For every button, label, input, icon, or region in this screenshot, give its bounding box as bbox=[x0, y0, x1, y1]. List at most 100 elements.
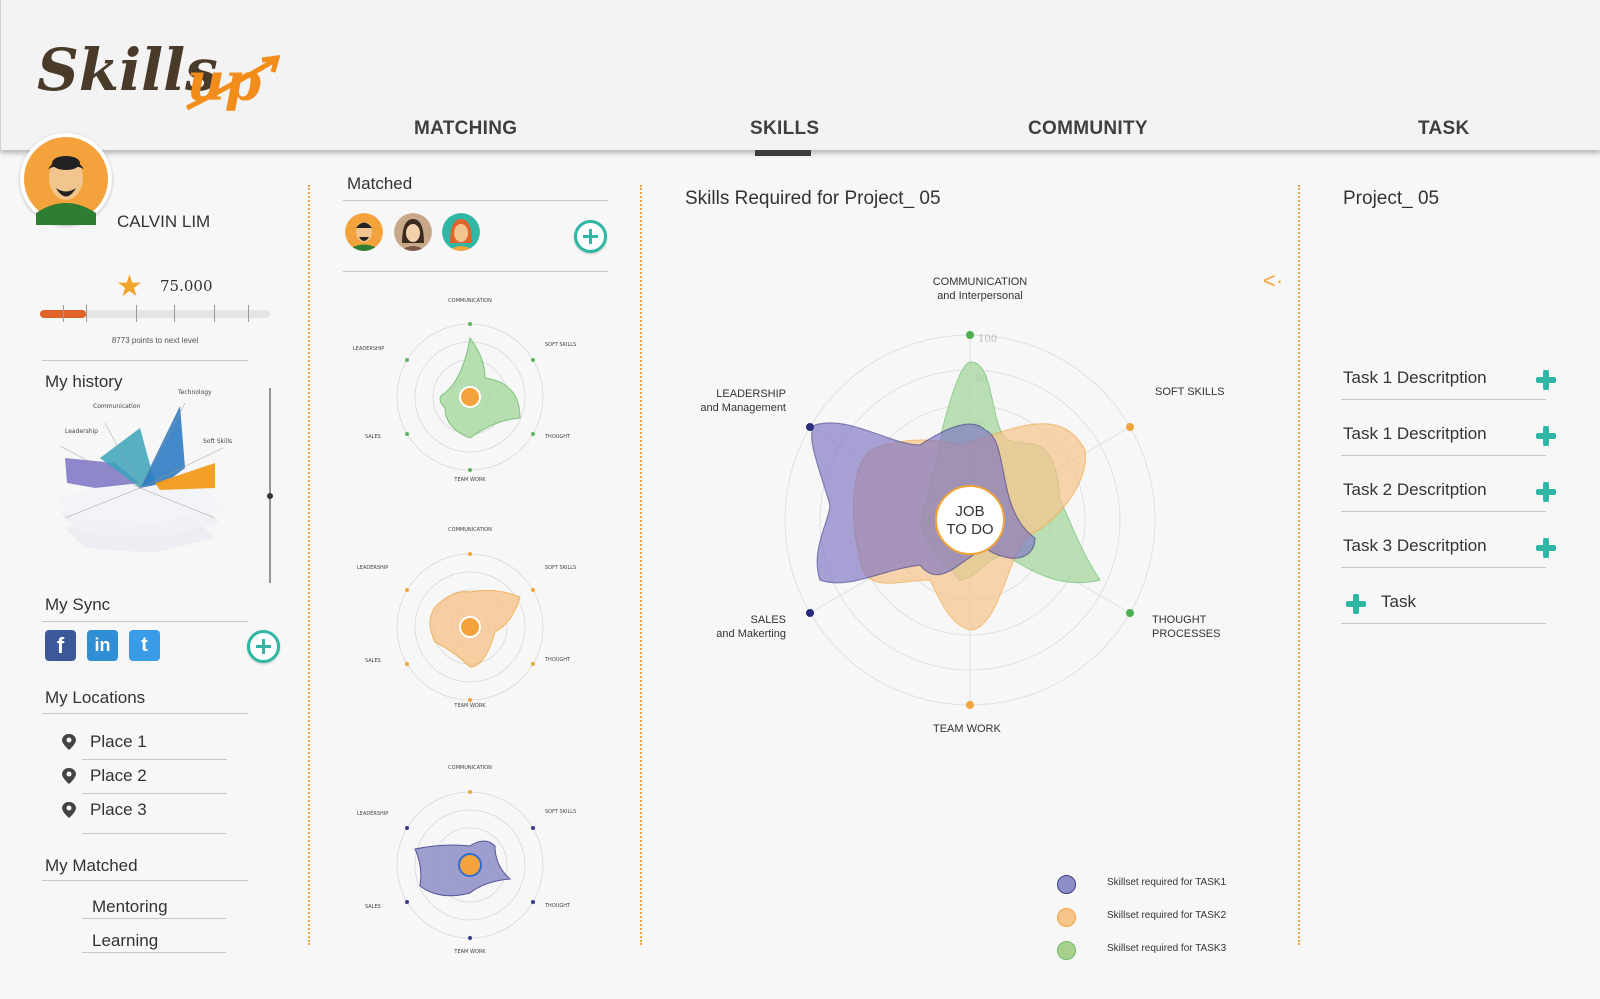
task-item[interactable]: Task 2 Descritption bbox=[1341, 472, 1561, 512]
separator-3 bbox=[1298, 185, 1300, 945]
divider bbox=[82, 793, 227, 794]
mini-label-communication: COMMUNICATION bbox=[448, 765, 492, 771]
location-label: Place 1 bbox=[90, 732, 147, 751]
collapse-panel-icon[interactable]: <· bbox=[1263, 268, 1283, 294]
progress-tick bbox=[86, 305, 87, 322]
location-label: Place 3 bbox=[90, 800, 147, 819]
mini-label-soft: SOFT SKILLS bbox=[545, 565, 576, 571]
add-task-icon[interactable] bbox=[1536, 482, 1556, 502]
center-label-2: TO DO bbox=[946, 521, 993, 538]
main-chart-title: Skills Required for Project_ 05 bbox=[685, 188, 941, 209]
task-item[interactable]: Task 3 Descritption bbox=[1341, 528, 1561, 568]
location-pin-icon bbox=[62, 734, 76, 750]
axis-label-line: THOUGHT bbox=[1152, 614, 1207, 626]
divider bbox=[82, 918, 226, 919]
add-task-icon[interactable] bbox=[1536, 370, 1556, 390]
axis-label-soft: SOFT SKILLS bbox=[1155, 386, 1225, 398]
task-item[interactable]: Task 1 Descritption bbox=[1341, 360, 1561, 400]
nav-task[interactable]: TASK bbox=[1418, 118, 1470, 140]
divider bbox=[82, 833, 226, 834]
divider bbox=[82, 759, 227, 760]
divider bbox=[1341, 623, 1546, 624]
progress-tick bbox=[214, 305, 215, 322]
location-item[interactable]: Place 1 bbox=[62, 730, 227, 760]
user-avatar[interactable] bbox=[20, 133, 112, 225]
axis-label-team: TEAM WORK bbox=[933, 723, 1001, 735]
axis-dot-leadership bbox=[806, 423, 814, 431]
axis-label-line: and Makerting bbox=[716, 628, 786, 640]
task-item[interactable]: Task 1 Descritption bbox=[1341, 416, 1561, 456]
task-label: Task 1 Descritption bbox=[1343, 424, 1487, 443]
divider bbox=[1341, 455, 1546, 456]
my-matched-title: My Matched bbox=[45, 856, 138, 875]
axis-label-line: SALES bbox=[750, 614, 786, 626]
nav-active-indicator bbox=[755, 150, 811, 156]
history-label-soft-skills: Soft Skills bbox=[203, 438, 232, 445]
matched-avatar-2[interactable] bbox=[394, 213, 432, 251]
nav-community[interactable]: COMMUNITY bbox=[1028, 118, 1148, 140]
history-label-communication: Communication bbox=[93, 403, 140, 410]
linkedin-icon[interactable]: in bbox=[87, 630, 118, 661]
user-name: CALVIN LIM bbox=[117, 212, 211, 231]
matched-item-learning[interactable]: Learning bbox=[92, 931, 158, 951]
progress-tick bbox=[136, 305, 137, 322]
progress-tick bbox=[248, 305, 249, 322]
divider bbox=[1341, 511, 1546, 512]
axis-dot-team bbox=[966, 701, 974, 709]
location-item[interactable]: Place 3 bbox=[62, 798, 227, 828]
axis-label-communication: COMMUNICATION and Interpersonal bbox=[925, 275, 1035, 303]
facebook-icon[interactable]: f bbox=[45, 630, 76, 661]
mini-label-sales: SALES bbox=[365, 434, 381, 440]
location-label: Place 2 bbox=[90, 766, 147, 785]
add-sync-button[interactable] bbox=[247, 630, 280, 663]
next-level-text: 8773 points to next level bbox=[111, 336, 199, 345]
top-header: Skills up MATCHING SKILLS COMMUNITY TASK bbox=[0, 0, 1600, 150]
axis-label-sales: SALES and Makerting bbox=[706, 613, 786, 641]
separator-2 bbox=[640, 185, 642, 945]
level-progress-bar bbox=[40, 305, 270, 322]
skillsup-logo[interactable]: Skills up bbox=[37, 20, 297, 125]
project-title: Project_ 05 bbox=[1343, 188, 1440, 209]
separator-1 bbox=[308, 185, 310, 945]
axis-label-line: and Management bbox=[700, 402, 786, 414]
mini-label-communication: COMMUNICATION bbox=[448, 527, 492, 533]
matched-item-mentoring[interactable]: Mentoring bbox=[92, 897, 168, 917]
matched-avatar-1[interactable] bbox=[345, 213, 383, 251]
mini-label-sales: SALES bbox=[365, 658, 381, 664]
axis-label-line: and Interpersonal bbox=[937, 290, 1023, 302]
my-sync-title: My Sync bbox=[45, 595, 111, 614]
progress-tick bbox=[174, 305, 175, 322]
history-chart: Leadership Communication Technology Soft… bbox=[57, 388, 273, 583]
nav-skills[interactable]: SKILLS bbox=[750, 118, 819, 140]
add-match-button[interactable] bbox=[574, 220, 607, 253]
add-task-icon[interactable] bbox=[1346, 594, 1366, 614]
divider bbox=[42, 713, 248, 714]
history-label-technology: Technology bbox=[177, 389, 212, 396]
axis-label-line: LEADERSHIP bbox=[716, 388, 786, 400]
mini-label-leadership: LEADERSHIP bbox=[357, 811, 388, 817]
mini-label-leadership: LEADERSHIP bbox=[357, 565, 388, 571]
legend-swatch bbox=[1057, 875, 1076, 894]
twitter-icon[interactable]: t bbox=[129, 630, 160, 661]
add-task-icon[interactable] bbox=[1536, 538, 1556, 558]
mini-label-team: TEAM WORK bbox=[453, 949, 486, 955]
add-task-row[interactable]: Task bbox=[1341, 584, 1561, 624]
mini-radar-chart-1[interactable]: COMMUNICATION SOFT SKILLS THOUGHT TEAM W… bbox=[345, 298, 595, 488]
divider bbox=[42, 880, 248, 881]
add-task-icon[interactable] bbox=[1536, 426, 1556, 446]
mini-radar-chart-3[interactable]: COMMUNICATION SOFT SKILLS THOUGHT TEAM W… bbox=[345, 761, 595, 961]
divider bbox=[42, 360, 248, 361]
legend-swatch bbox=[1057, 941, 1076, 960]
mini-label-communication: COMMUNICATION bbox=[448, 298, 492, 304]
main-radar-chart[interactable]: 100 80 60 JOB TO DO bbox=[770, 320, 1170, 720]
nav-matching[interactable]: MATCHING bbox=[414, 118, 517, 140]
history-timeline-mark[interactable] bbox=[267, 493, 273, 499]
mini-radar-chart-2[interactable]: COMMUNICATION SOFT SKILLS THOUGHT TEAM W… bbox=[345, 527, 595, 722]
matched-avatar-3[interactable] bbox=[442, 213, 480, 251]
avatar-illustration bbox=[24, 137, 108, 225]
job-to-do-center[interactable] bbox=[935, 485, 1005, 555]
divider bbox=[343, 200, 608, 201]
location-item[interactable]: Place 2 bbox=[62, 764, 227, 794]
mini-label-sales: SALES bbox=[365, 904, 381, 910]
mini-label-team: TEAM WORK bbox=[453, 703, 486, 709]
